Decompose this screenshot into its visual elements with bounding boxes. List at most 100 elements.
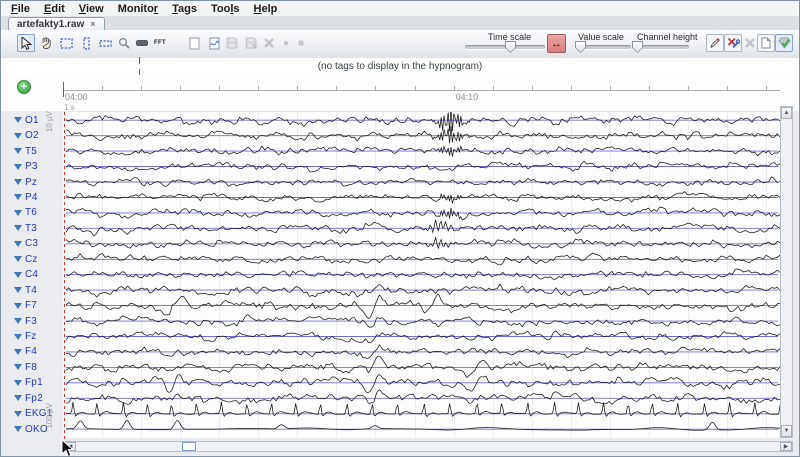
select-row-tool-button[interactable] (96, 34, 114, 52)
save-icon (226, 37, 238, 49)
hand-tool-button[interactable] (37, 34, 55, 52)
menu-help[interactable]: Help (247, 2, 285, 16)
pointer-icon (20, 37, 32, 50)
vertical-scrollbar[interactable]: ▲ ▼ (780, 106, 793, 438)
channel-label-f8[interactable]: F8 (14, 361, 37, 373)
channel-expand-icon[interactable] (14, 349, 22, 355)
trace-fz (66, 331, 780, 343)
channel-expand-icon[interactable] (14, 179, 22, 185)
channel-expand-icon[interactable] (14, 287, 22, 293)
save-button[interactable] (223, 34, 241, 52)
channel-label-t4[interactable]: T4 (14, 284, 37, 296)
menu-file[interactable]: File (4, 2, 37, 16)
channel-expand-icon[interactable] (14, 380, 22, 386)
axis-tick (375, 86, 376, 90)
channel-label-cz[interactable]: Cz (14, 253, 38, 265)
channel-expand-icon[interactable] (14, 148, 22, 154)
blank-page-button[interactable] (185, 34, 203, 52)
axis-tick (766, 86, 767, 90)
channel-expand-icon[interactable] (14, 334, 22, 340)
channel-expand-icon[interactable] (14, 194, 22, 200)
channel-name: P3 (25, 161, 38, 172)
horizontal-arrows-icon: ↔ (551, 38, 562, 50)
axis-strip (1, 75, 799, 111)
channel-label-pz[interactable]: Pz (14, 176, 37, 188)
hypnogram-position-marker (139, 57, 140, 64)
select-region-tool-button[interactable] (57, 34, 75, 52)
record-button[interactable]: ● (279, 34, 293, 52)
snap-to-page-button[interactable] (775, 34, 793, 52)
select-column-tool-button[interactable] (77, 34, 95, 52)
menu-view[interactable]: View (72, 2, 111, 16)
tag-tools-button[interactable] (724, 34, 742, 52)
signal-canvas[interactable] (63, 111, 780, 438)
tab-close-icon[interactable]: × (90, 20, 95, 29)
add-channel-button[interactable]: + (17, 80, 31, 94)
channel-expand-icon[interactable] (14, 318, 22, 324)
menu-edit[interactable]: Edit (37, 2, 72, 16)
channel-height-label: Channel height (637, 32, 698, 42)
channel-expand-icon[interactable] (14, 133, 22, 139)
channel-label-o1[interactable]: O1 (14, 114, 39, 126)
measure-tool-button[interactable] (133, 34, 151, 52)
channel-label-fp2[interactable]: Fp2 (14, 392, 43, 404)
scroll-right-button[interactable]: ▶ (780, 442, 792, 451)
channel-expand-icon[interactable] (14, 272, 22, 278)
horizontal-scrollbar-thumb[interactable] (182, 442, 196, 451)
axis-tick (493, 86, 494, 90)
trace-t6 (66, 207, 780, 220)
value-scale-slider-thumb[interactable] (575, 41, 586, 53)
channel-expand-icon[interactable] (14, 241, 22, 247)
channel-expand-icon[interactable] (14, 225, 22, 231)
channel-label-t6[interactable]: T6 (14, 207, 37, 219)
channel-label-oko[interactable]: OKO (14, 423, 48, 435)
channel-name: C3 (25, 238, 38, 249)
channel-expand-icon[interactable] (14, 411, 22, 417)
channel-expand-icon[interactable] (14, 164, 22, 170)
channel-label-t5[interactable]: T5 (14, 145, 37, 157)
zoom-tool-button[interactable] (115, 34, 133, 52)
channel-label-p3[interactable]: P3 (14, 161, 38, 173)
channel-expand-icon[interactable] (14, 256, 22, 262)
channel-label-p4[interactable]: P4 (14, 191, 38, 203)
channel-expand-icon[interactable] (14, 364, 22, 370)
page-preview-button[interactable] (205, 34, 223, 52)
channel-label-o2[interactable]: O2 (14, 130, 39, 142)
scroll-down-button[interactable]: ▼ (781, 425, 792, 437)
channel-expand-icon[interactable] (14, 395, 22, 401)
channel-expand-icon[interactable] (14, 426, 22, 432)
channel-label-f4[interactable]: F4 (14, 346, 37, 358)
edit-tag-button[interactable] (706, 34, 724, 52)
tab-artefakty1[interactable]: artefakty1.raw × (8, 17, 105, 30)
channel-label-t3[interactable]: T3 (14, 222, 37, 234)
stop-button[interactable]: ■ (294, 34, 308, 52)
tab-bar: artefakty1.raw × (1, 16, 799, 31)
menu-tools[interactable]: Tools (204, 2, 247, 16)
channel-expand-icon[interactable] (14, 210, 22, 216)
document-icon (761, 37, 771, 49)
menu-tags[interactable]: Tags (165, 2, 204, 16)
pointer-tool-button[interactable] (17, 34, 35, 52)
horizontal-scrollbar[interactable]: ◀ ▶ (63, 441, 793, 452)
save-as-button[interactable] (242, 34, 260, 52)
scroll-up-button[interactable]: ▲ (781, 107, 792, 119)
menu-monitor[interactable]: Monitor (111, 2, 165, 16)
trace-fp2 (66, 390, 780, 404)
channel-label-c4[interactable]: C4 (14, 269, 38, 281)
close-document-button[interactable] (260, 34, 278, 52)
channel-label-f3[interactable]: F3 (14, 315, 37, 327)
fit-time-button[interactable]: ↔ (547, 34, 566, 53)
channel-label-f7[interactable]: F7 (14, 300, 37, 312)
channel-expand-icon[interactable] (14, 303, 22, 309)
channel-label-fz[interactable]: Fz (14, 331, 37, 343)
channel-label-fp1[interactable]: Fp1 (14, 377, 43, 389)
tag-document-button[interactable] (757, 34, 775, 52)
save-as-icon (245, 37, 257, 49)
channel-expand-icon[interactable] (14, 117, 22, 123)
channel-height-slider-thumb[interactable] (632, 41, 643, 53)
fft-tool-button[interactable]: FFT (151, 34, 169, 52)
selection-start-line (64, 112, 65, 439)
axis-tick (336, 86, 337, 90)
time-scale-slider-thumb[interactable] (505, 41, 516, 53)
channel-label-c3[interactable]: C3 (14, 238, 38, 250)
